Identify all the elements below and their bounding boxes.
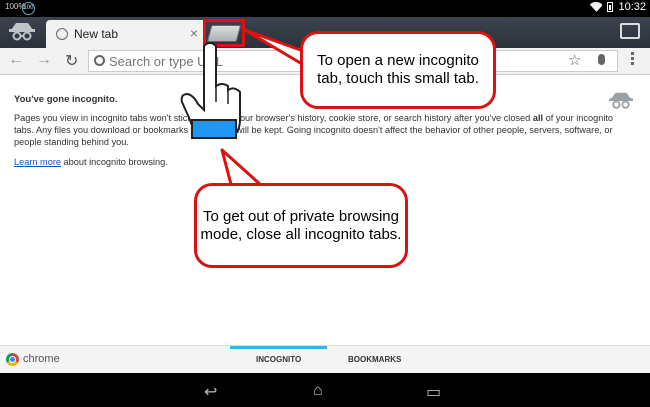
pointing-hand-icon — [180, 42, 241, 139]
microphone-icon[interactable] — [598, 54, 605, 65]
tab-bookmarks[interactable]: BOOKMARKS — [348, 355, 401, 364]
notification-icon: 100 — [22, 2, 35, 15]
clock: 10:32 — [618, 1, 646, 13]
close-tab-button[interactable]: × — [190, 25, 198, 41]
search-icon — [94, 55, 105, 66]
tab-incognito[interactable]: INCOGNITO — [256, 355, 301, 364]
back-nav-icon[interactable]: ↩ — [204, 382, 217, 402]
tab-switcher-icon[interactable] — [620, 23, 640, 39]
tab-title: New tab — [74, 27, 119, 41]
system-nav-bar: ↩ ⌂ ▭ — [0, 373, 650, 407]
learn-more-line: Learn more about incognito browsing. — [14, 157, 168, 167]
callout-new-incognito-tab: To open a new incognito tab, touch this … — [300, 31, 496, 109]
incognito-spy-icon-large — [609, 92, 633, 109]
incognito-spy-icon — [9, 23, 35, 41]
forward-button[interactable]: → — [36, 51, 52, 69]
recents-nav-icon[interactable]: ▭ — [426, 382, 441, 402]
reload-button[interactable]: ↻ — [65, 51, 78, 71]
battery-icon — [607, 2, 614, 12]
bottom-bar: chrome INCOGNITO BOOKMARKS — [0, 345, 650, 373]
bookmark-star-icon[interactable]: ☆ — [568, 51, 581, 69]
page-title: You've gone incognito. — [14, 94, 118, 105]
back-button[interactable]: ← — [8, 51, 24, 69]
incognito-description: Pages you view in incognito tabs won't s… — [14, 113, 614, 147]
active-tab-indicator — [230, 346, 327, 349]
wifi-icon — [590, 2, 602, 12]
home-nav-icon[interactable]: ⌂ — [313, 382, 323, 400]
chrome-logo-icon — [6, 353, 19, 366]
brand-label: chrome — [23, 353, 60, 365]
status-bar: 100% 100 10:32 — [0, 0, 650, 17]
learn-more-link[interactable]: Learn more — [14, 157, 61, 167]
globe-icon — [56, 28, 68, 40]
menu-icon[interactable] — [631, 52, 635, 67]
callout-close-incognito-tabs: To get out of private browsing mode, clo… — [194, 183, 408, 268]
